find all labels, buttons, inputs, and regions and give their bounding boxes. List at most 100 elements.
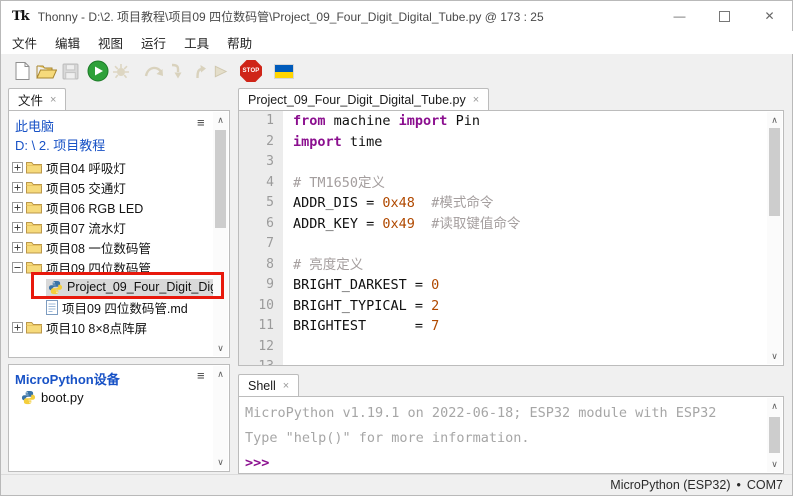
menu-item-运行[interactable]: 运行 — [132, 30, 175, 55]
files-scrollbar[interactable]: ∧ ∨ — [213, 112, 228, 356]
device-file-list: boot.py — [9, 387, 209, 407]
new-file-icon — [15, 62, 30, 80]
code-line: ADDR_KEY = 0x49 #读取键值命令 — [283, 214, 767, 235]
code-line: from machine import Pin — [283, 111, 767, 132]
device-menu-icon[interactable]: ≡ — [197, 371, 205, 381]
menu-item-工具[interactable]: 工具 — [175, 30, 218, 55]
scroll-down-icon[interactable]: ∨ — [767, 457, 782, 471]
editor-gutter: 12345678910111213 — [239, 111, 283, 365]
shell-output-line: MicroPython v1.19.1 on 2022-06-18; ESP32… — [245, 401, 766, 426]
step-out-icon — [191, 63, 206, 80]
tree-item[interactable]: 项目07 流水灯 — [9, 217, 209, 237]
code-line — [283, 152, 767, 173]
expander-plus-icon[interactable] — [12, 322, 23, 333]
expander-plus-icon[interactable] — [12, 242, 23, 253]
tree-item[interactable]: 项目06 RGB LED — [9, 197, 209, 217]
code-line: BRIGHT_DARKEST = 0 — [283, 275, 767, 296]
scroll-up-icon[interactable]: ∧ — [213, 113, 228, 127]
device-panel-header: MicroPython设备 — [15, 369, 120, 388]
tab-close-icon[interactable]: × — [473, 94, 479, 106]
code-line: # TM1650定义 — [283, 173, 767, 194]
maximize-icon — [719, 11, 730, 22]
scrollbar-thumb[interactable] — [769, 417, 780, 453]
menu-item-编辑[interactable]: 编辑 — [46, 30, 89, 55]
new-file-button[interactable] — [9, 58, 35, 84]
tab-shell[interactable]: Shell × — [238, 374, 299, 396]
expander-plus-icon[interactable] — [12, 222, 23, 233]
tree-item[interactable]: 项目10 8×8点阵屏 — [9, 317, 209, 337]
scroll-down-icon[interactable]: ∨ — [213, 341, 228, 355]
expander-plus-icon[interactable] — [12, 202, 23, 213]
stop-restart-button[interactable]: STOP — [238, 58, 264, 84]
tab-files[interactable]: 文件 × — [8, 88, 66, 110]
line-number: 4 — [239, 173, 283, 194]
tree-item[interactable]: 项目04 呼吸灯 — [9, 157, 209, 177]
step-over-icon — [144, 64, 165, 79]
expander-plus-icon[interactable] — [12, 162, 23, 173]
status-separator: • — [736, 478, 740, 492]
line-number: 10 — [239, 296, 283, 317]
tree-item-label: 项目06 RGB LED — [46, 198, 143, 217]
debug-current-script-icon — [111, 61, 131, 81]
open-file-button[interactable] — [33, 58, 59, 84]
tab-close-icon[interactable]: × — [50, 94, 56, 106]
expander-minus-icon[interactable] — [12, 262, 23, 273]
tab-editor[interactable]: Project_09_Four_Digit_Digital_Tube.py × — [238, 88, 489, 110]
scrollbar-thumb[interactable] — [215, 130, 226, 228]
scroll-up-icon[interactable]: ∧ — [767, 113, 782, 127]
port-label[interactable]: COM7 — [747, 478, 783, 492]
thonny-logo-icon: Tk — [12, 9, 29, 24]
tree-item[interactable]: 项目05 交通灯 — [9, 177, 209, 197]
scroll-down-icon[interactable]: ∨ — [213, 455, 228, 469]
debug-current-script-button — [108, 58, 134, 84]
step-into-icon — [169, 63, 184, 80]
line-number: 1 — [239, 111, 283, 132]
tree-item-label: 项目10 8×8点阵屏 — [46, 318, 147, 337]
stop-sign-icon: STOP — [240, 60, 262, 82]
ukraine-flag-button[interactable] — [271, 58, 297, 84]
this-computer-link[interactable]: 此电脑 — [15, 116, 54, 135]
toolbar: STOP — [1, 54, 792, 88]
current-path-link[interactable]: D: \ 2. 项目教程 — [15, 135, 105, 154]
scrollbar-thumb[interactable] — [769, 128, 780, 216]
window-title: Thonny - D:\2. 项目教程\项目09 四位数码管\Project_0… — [38, 8, 544, 25]
code-editor[interactable]: 12345678910111213 from machine import Pi… — [238, 110, 784, 366]
menu-item-帮助[interactable]: 帮助 — [218, 30, 261, 55]
shell-output: MicroPython v1.19.1 on 2022-06-18; ESP32… — [245, 401, 766, 474]
resume-icon — [212, 63, 229, 80]
device-file-item[interactable]: boot.py — [9, 387, 209, 407]
menu-item-视图[interactable]: 视图 — [89, 30, 132, 55]
tree-item-label: 项目08 一位数码管 — [46, 238, 151, 257]
close-button[interactable]: ✕ — [747, 1, 792, 31]
tree-item[interactable]: 项目08 一位数码管 — [9, 237, 209, 257]
device-scrollbar[interactable]: ∧ ∨ — [213, 366, 228, 470]
tab-files-label: 文件 — [18, 90, 43, 109]
title-bar: Tk Thonny - D:\2. 项目教程\项目09 四位数码管\Projec… — [1, 1, 792, 31]
shell-scrollbar[interactable]: ∧ ∨ — [767, 398, 782, 472]
code-line: BRIGHT_TYPICAL = 2 — [283, 296, 767, 317]
micropython-device-panel: MicroPython设备 ≡ boot.py ∧ ∨ — [8, 364, 230, 472]
line-number: 2 — [239, 132, 283, 153]
folder-icon — [26, 321, 42, 334]
tree-item[interactable]: 项目09 四位数码管.md — [9, 297, 209, 317]
minimize-button[interactable]: — — [657, 1, 702, 31]
folder-icon — [26, 221, 42, 234]
resume-button — [207, 58, 233, 84]
menu-item-文件[interactable]: 文件 — [3, 30, 46, 55]
device-file-label: boot.py — [41, 390, 84, 405]
maximize-button[interactable] — [702, 1, 747, 31]
shell-panel[interactable]: MicroPython v1.19.1 on 2022-06-18; ESP32… — [238, 396, 784, 474]
interpreter-label[interactable]: MicroPython (ESP32) — [610, 478, 730, 492]
open-file-icon — [36, 63, 57, 79]
scroll-down-icon[interactable]: ∨ — [767, 349, 782, 363]
editor-code-area[interactable]: from machine import Pinimport time# TM16… — [283, 111, 767, 365]
code-line — [283, 357, 767, 366]
shell-prompt[interactable]: >>> — [245, 455, 269, 471]
line-number: 5 — [239, 193, 283, 214]
scroll-up-icon[interactable]: ∧ — [767, 399, 782, 413]
scroll-up-icon[interactable]: ∧ — [213, 367, 228, 381]
files-menu-icon[interactable]: ≡ — [197, 118, 205, 128]
tab-close-icon[interactable]: × — [283, 380, 289, 392]
expander-plus-icon[interactable] — [12, 182, 23, 193]
editor-scrollbar[interactable]: ∧ ∨ — [767, 112, 782, 364]
